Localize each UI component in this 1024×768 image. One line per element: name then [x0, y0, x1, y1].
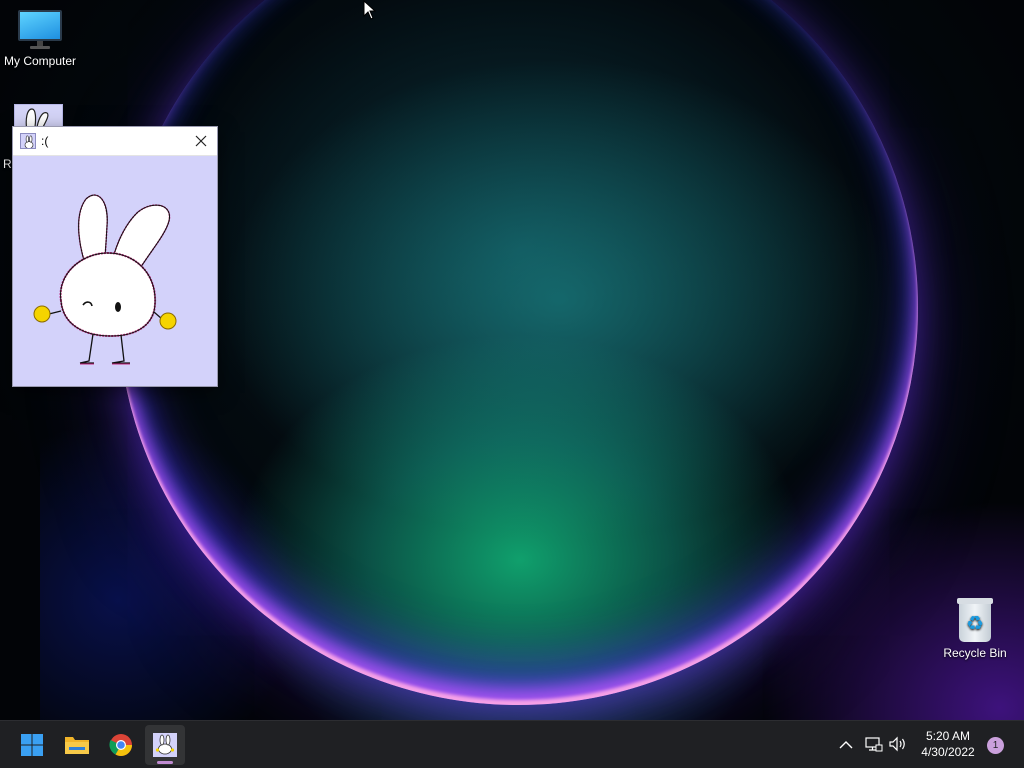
close-button[interactable]: [185, 127, 217, 155]
bunny-app-icon: [20, 133, 36, 149]
bunny-app-icon: [153, 733, 177, 757]
desktop-icon-label: Recycle Bin: [943, 646, 1007, 660]
desktop-icon-label: R: [3, 157, 12, 171]
chevron-up-icon[interactable]: [836, 735, 856, 755]
taskbar-clock[interactable]: 5:20 AM 4/30/2022: [912, 728, 984, 760]
desktop-icon-label: My Computer: [3, 54, 77, 68]
recycle-bin-icon: ♻: [957, 598, 993, 642]
windows-logo-icon: [21, 734, 43, 756]
window-title: :(: [41, 134, 49, 148]
desktop: My Computer R ♻ Recycle Bin :(: [0, 0, 1024, 720]
app-window[interactable]: :(: [12, 126, 218, 387]
taskbar-file-explorer[interactable]: [57, 725, 97, 765]
taskbar: 5:20 AM 4/30/2022 1: [0, 720, 1024, 768]
taskbar-bunny-app[interactable]: [145, 725, 185, 765]
start-button[interactable]: [12, 725, 52, 765]
taskbar-chrome[interactable]: [101, 725, 141, 765]
network-icon[interactable]: [863, 734, 883, 754]
window-titlebar[interactable]: :(: [13, 127, 217, 156]
bunny-illustration: [33, 194, 177, 365]
clock-time: 5:20 AM: [925, 729, 971, 743]
volume-icon[interactable]: [888, 734, 908, 754]
active-app-indicator: [157, 761, 173, 764]
folder-icon: [65, 737, 89, 754]
mouse-cursor-icon: [363, 0, 377, 20]
desktop-icon-my-computer[interactable]: My Computer: [0, 10, 80, 68]
notification-badge[interactable]: 1: [987, 737, 1004, 754]
chrome-icon: [109, 734, 132, 756]
close-icon: [195, 135, 207, 147]
desktop-icon-recycle-bin[interactable]: ♻ Recycle Bin: [935, 598, 1015, 660]
clock-date: 4/30/2022: [921, 745, 975, 759]
monitor-icon: [18, 10, 62, 50]
